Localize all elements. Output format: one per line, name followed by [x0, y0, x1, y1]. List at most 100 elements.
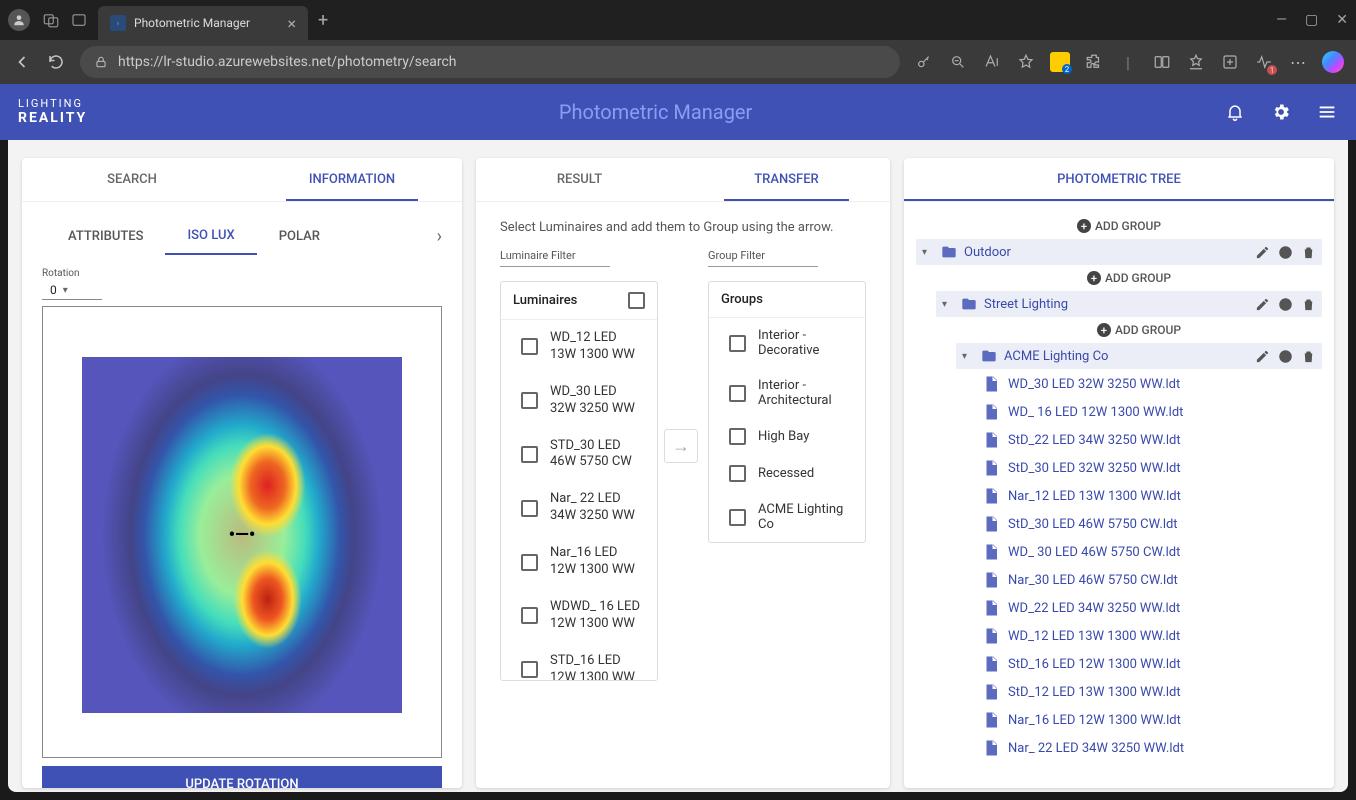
tab-information[interactable]: INFORMATION [242, 158, 462, 201]
luminaire-checkbox[interactable] [521, 446, 538, 463]
subtab-polar[interactable]: POLAR [257, 219, 342, 254]
close-window-icon[interactable]: ✕ [1336, 12, 1348, 28]
tree-file[interactable]: WD_22 LED 34W 3250 WW.ldt [976, 594, 1322, 622]
luminaire-item[interactable]: Nar_ 22 LED 34W 3250 WW [501, 481, 657, 535]
tab-actions-icon[interactable] [70, 11, 88, 29]
tree-file[interactable]: StD_16 LED 12W 1300 WW.ldt [976, 650, 1322, 678]
collections-icon[interactable] [1220, 52, 1240, 72]
subtab-isolux[interactable]: ISO LUX [165, 218, 256, 255]
zoom-icon[interactable] [948, 52, 968, 72]
tab-result[interactable]: RESULT [476, 158, 683, 201]
split-screen-icon[interactable] [1152, 52, 1172, 72]
download-icon[interactable] [1231, 348, 1247, 364]
tree-file[interactable]: WD_30 LED 32W 3250 WW.ldt [976, 370, 1322, 398]
remove-icon[interactable] [1277, 348, 1293, 364]
luminaire-item[interactable]: Nar_16 LED 12W 1300 WW [501, 535, 657, 589]
luminaire-select-all-checkbox[interactable] [628, 292, 645, 309]
luminaire-checkbox[interactable] [521, 500, 538, 517]
luminaire-checkbox[interactable] [521, 338, 538, 355]
tree-folder-street[interactable]: ▾Street Lighting [936, 291, 1322, 317]
profile-avatar[interactable] [8, 9, 30, 31]
tab-search[interactable]: SEARCH [22, 158, 242, 201]
tree-file[interactable]: StD_22 LED 34W 3250 WW.ldt [976, 426, 1322, 454]
maximize-icon[interactable]: ▢ [1305, 12, 1318, 28]
tree-file[interactable]: WD_12 LED 13W 1300 WW.ldt [976, 622, 1322, 650]
group-filter-label[interactable]: Group Filter [708, 249, 818, 267]
luminaire-item[interactable]: WD_12 LED 13W 1300 WW [501, 320, 657, 374]
settings-icon[interactable] [1270, 101, 1292, 123]
transfer-arrow-button[interactable]: → [664, 429, 698, 463]
remove-icon[interactable] [1277, 244, 1293, 260]
tree-file[interactable]: WD_ 30 LED 46W 5750 CW.ldt [976, 538, 1322, 566]
luminaire-item[interactable]: WD_30 LED 32W 3250 WW [501, 374, 657, 428]
tree-file[interactable]: WD_ 16 LED 12W 1300 WW.ldt [976, 398, 1322, 426]
group-checkbox[interactable] [729, 428, 746, 445]
delete-icon[interactable] [1300, 244, 1316, 260]
group-checkbox[interactable] [729, 509, 746, 526]
group-item[interactable]: Interior - Architectural [709, 368, 865, 418]
group-checkbox[interactable] [729, 465, 746, 482]
edit-icon[interactable] [1254, 348, 1270, 364]
notifications-icon[interactable] [1224, 101, 1246, 123]
url-field[interactable]: https://lr-studio.azurewebsites.net/phot… [80, 46, 900, 78]
subtab-attributes[interactable]: ATTRIBUTES [46, 219, 165, 254]
add-group-button[interactable]: +ADD GROUP [956, 318, 1322, 342]
edit-icon[interactable] [1254, 244, 1270, 260]
group-item[interactable]: Interior - Decorative [709, 318, 865, 368]
luminaire-checkbox[interactable] [521, 607, 538, 624]
subtab-scroll-right-icon[interactable]: › [437, 226, 442, 247]
edit-icon[interactable] [1254, 296, 1270, 312]
tree-file[interactable]: Nar_ 22 LED 34W 3250 WW.ldt [976, 734, 1322, 762]
tree-file[interactable]: StD_30 LED 46W 5750 CW.ldt [976, 510, 1322, 538]
delete-icon[interactable] [1300, 296, 1316, 312]
back-icon[interactable] [12, 52, 32, 72]
luminaire-checkbox[interactable] [521, 661, 538, 678]
luminaire-item[interactable]: WDWD_ 16 LED 12W 1300 WW [501, 589, 657, 643]
menu-icon[interactable] [1316, 101, 1338, 123]
favorite-icon[interactable] [1016, 52, 1036, 72]
tree-folder-acme[interactable]: ▾ACME Lighting Co [956, 343, 1322, 369]
luminaire-filter-label[interactable]: Luminaire Filter [500, 249, 610, 267]
tree-file[interactable]: Nar_16 LED 12W 1300 WW.ldt [976, 706, 1322, 734]
read-aloud-icon[interactable] [982, 52, 1002, 72]
key-icon[interactable] [914, 52, 934, 72]
group-checkbox[interactable] [729, 385, 746, 402]
upload-icon[interactable] [1208, 348, 1224, 364]
browser-tab[interactable]: ◦ Photometric Manager × [98, 6, 308, 40]
group-checkbox[interactable] [729, 335, 746, 352]
favorites-list-icon[interactable] [1186, 52, 1206, 72]
group-item[interactable]: ACME Lighting Co [709, 492, 865, 542]
luminaire-checkbox[interactable] [521, 554, 538, 571]
minimize-icon[interactable]: — [1276, 12, 1287, 28]
luminaire-label: WD_12 LED 13W 1300 WW [550, 330, 643, 364]
group-item[interactable]: Recessed [709, 455, 865, 492]
refresh-icon[interactable] [46, 52, 66, 72]
luminaire-item[interactable]: STD_16 LED 12W 1300 WW [501, 643, 657, 681]
tree-file[interactable]: StD_12 LED 13W 1300 WW.ldt [976, 678, 1322, 706]
new-tab-button[interactable]: + [318, 10, 328, 31]
add-group-button[interactable]: +ADD GROUP [916, 214, 1322, 238]
add-group-button[interactable]: +ADD GROUP [936, 266, 1322, 290]
rotation-select[interactable]: 0 [42, 281, 102, 300]
extension-badge[interactable] [1050, 52, 1070, 72]
download-icon[interactable] [1231, 296, 1247, 312]
remove-icon[interactable] [1277, 296, 1293, 312]
download-icon[interactable] [1231, 244, 1247, 260]
workspaces-icon[interactable] [42, 11, 60, 29]
tree-file[interactable]: Nar_30 LED 46W 5750 CW.ldt [976, 566, 1322, 594]
more-icon[interactable]: ⋯ [1288, 52, 1308, 72]
tab-transfer[interactable]: TRANSFER [683, 158, 890, 201]
delete-icon[interactable] [1300, 348, 1316, 364]
performance-icon[interactable]: 1 [1254, 52, 1274, 72]
tree-file[interactable]: Nar_12 LED 13W 1300 WW.ldt [976, 482, 1322, 510]
copilot-icon[interactable] [1322, 51, 1344, 73]
tab-close-icon[interactable]: × [287, 14, 296, 33]
luminaire-checkbox[interactable] [521, 392, 538, 409]
update-rotation-button[interactable]: UPDATE ROTATION [42, 766, 442, 788]
tree-file[interactable]: StD_30 LED 32W 3250 WW.ldt [976, 454, 1322, 482]
tab-photometric-tree[interactable]: PHOTOMETRIC TREE [904, 158, 1334, 201]
extensions-icon[interactable] [1084, 52, 1104, 72]
tree-folder-outdoor[interactable]: ▾Outdoor [916, 239, 1322, 265]
luminaire-item[interactable]: STD_30 LED 46W 5750 CW [501, 428, 657, 482]
group-item[interactable]: High Bay [709, 418, 865, 455]
